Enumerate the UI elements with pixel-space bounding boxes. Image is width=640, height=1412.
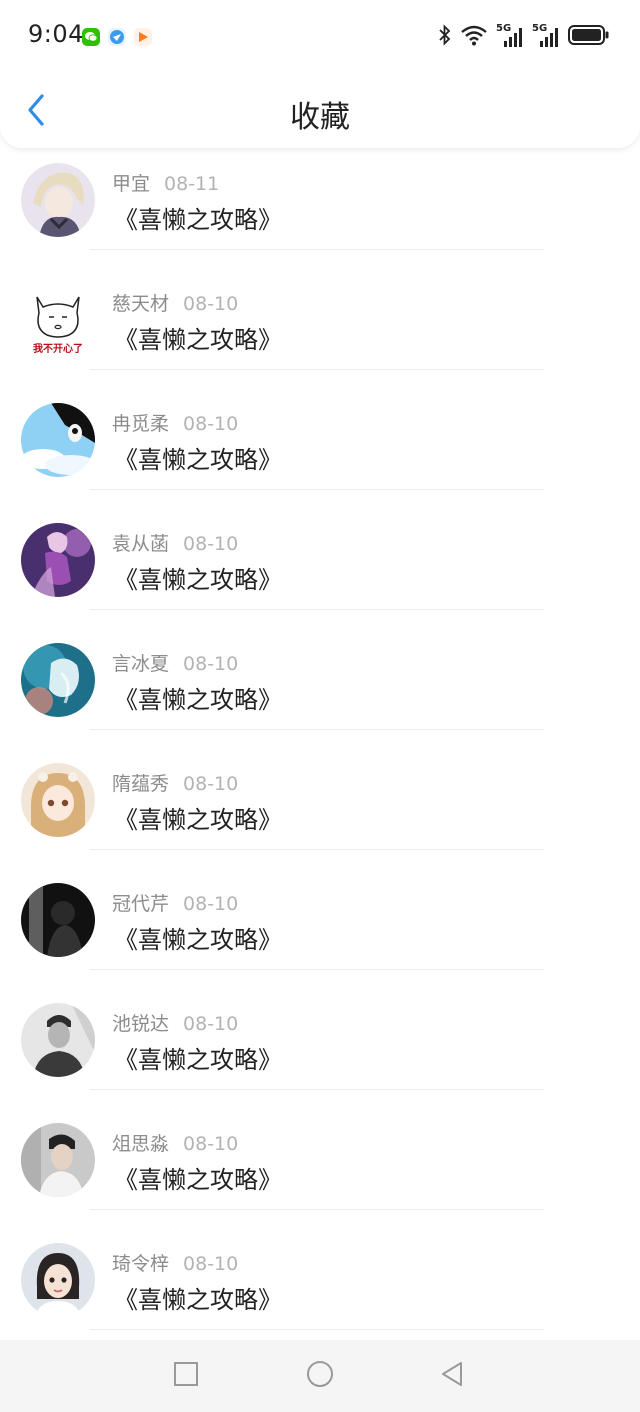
item-date: 08-10 [183, 1133, 239, 1155]
item-title: 《喜懒之攻略》 [114, 1166, 282, 1194]
item-title: 《喜懒之攻略》 [114, 1286, 282, 1314]
item-date: 08-10 [183, 773, 239, 795]
avatar [21, 763, 95, 837]
item-meta: 袁从菡 08-10 [112, 529, 238, 556]
avatar: 我不开心了 [21, 283, 95, 357]
divider [90, 1329, 544, 1330]
favorite-item[interactable]: 池锐达 08-10 《喜懒之攻略》 [0, 970, 640, 1090]
item-meta: 琦令梓 08-10 [112, 1249, 238, 1276]
item-meta: 冉觅柔 08-10 [112, 409, 238, 436]
item-title: 《喜懒之攻略》 [114, 566, 282, 594]
item-author: 池锐达 [112, 1013, 170, 1035]
favorite-item[interactable]: 我不开心了 慈天材 08-10 《喜懒之攻略》 [0, 250, 640, 370]
avatar [21, 163, 95, 237]
item-date: 08-10 [183, 1253, 239, 1275]
item-date: 08-10 [183, 1013, 239, 1035]
item-author: 隋蕴秀 [112, 773, 170, 795]
item-date: 08-11 [164, 173, 220, 195]
favorite-item[interactable]: 言冰夏 08-10 《喜懒之攻略》 [0, 610, 640, 730]
avatar [21, 643, 95, 717]
item-date: 08-10 [183, 653, 239, 675]
signal-5g-icon: 5G [532, 23, 560, 49]
triangle-back-icon [439, 1360, 465, 1392]
favorite-item[interactable]: 隋蕴秀 08-10 《喜懒之攻略》 [0, 730, 640, 850]
wechat-icon [82, 28, 100, 46]
avatar [21, 1003, 95, 1077]
item-meta: 池锐达 08-10 [112, 1009, 238, 1036]
avatar [21, 1243, 95, 1317]
item-author: 言冰夏 [112, 653, 170, 675]
square-icon [173, 1361, 199, 1391]
item-author: 袁从菡 [112, 533, 170, 555]
home-button[interactable] [304, 1360, 336, 1392]
item-meta: 冠代芹 08-10 [112, 889, 238, 916]
avatar-caption: 我不开心了 [33, 344, 83, 355]
status-time: 9:04 [28, 20, 84, 48]
page-title: 收藏 [290, 100, 350, 135]
item-meta: 隋蕴秀 08-10 [112, 769, 238, 796]
avatar [21, 883, 95, 957]
item-meta: 甲宜 08-11 [112, 169, 219, 196]
item-date: 08-10 [183, 413, 239, 435]
item-title: 《喜懒之攻略》 [114, 926, 282, 954]
favorite-item[interactable]: 冠代芹 08-10 《喜懒之攻略》 [0, 850, 640, 970]
favorite-item[interactable]: 琦令梓 08-10 《喜懒之攻略》 [0, 1210, 640, 1330]
top-bar: 9:04 5G 5G 收藏 [0, 0, 640, 148]
system-back-button[interactable] [436, 1360, 468, 1392]
circle-icon [306, 1360, 334, 1392]
item-date: 08-10 [183, 893, 239, 915]
item-title: 《喜懒之攻略》 [114, 806, 282, 834]
item-author: 慈天材 [112, 293, 170, 315]
favorite-item[interactable]: 冉觅柔 08-10 《喜懒之攻略》 [0, 370, 640, 490]
item-author: 冉觅柔 [112, 413, 170, 435]
favorite-item[interactable]: 甲宜 08-11 《喜懒之攻略》 [0, 130, 640, 250]
item-author: 冠代芹 [112, 893, 170, 915]
item-meta: 慈天材 08-10 [112, 289, 238, 316]
signal-5g-icon: 5G [496, 23, 524, 49]
item-author: 俎思淼 [112, 1133, 170, 1155]
favorite-item[interactable]: 袁从菡 08-10 《喜懒之攻略》 [0, 490, 640, 610]
item-title: 《喜懒之攻略》 [114, 1046, 282, 1074]
avatar [21, 403, 95, 477]
item-author: 甲宜 [112, 173, 151, 195]
favorite-item[interactable]: 俎思淼 08-10 《喜懒之攻略》 [0, 1090, 640, 1210]
item-date: 08-10 [183, 293, 239, 315]
status-bar: 9:04 5G 5G [0, 0, 640, 76]
item-author: 琦令梓 [112, 1253, 170, 1275]
navigation-bar: 收藏 [0, 76, 640, 146]
item-meta: 俎思淼 08-10 [112, 1129, 238, 1156]
browser-icon [108, 28, 126, 46]
system-nav-bar [0, 1340, 640, 1412]
avatar [21, 1123, 95, 1197]
battery-icon [568, 24, 610, 50]
item-title: 《喜懒之攻略》 [114, 686, 282, 714]
favorites-list: 甲宜 08-11 《喜懒之攻略》 我不开心了 慈天材 08-10 《喜懒之攻略》 冉… [0, 130, 640, 1330]
avatar [21, 523, 95, 597]
item-title: 《喜懒之攻略》 [114, 326, 282, 354]
recents-button[interactable] [170, 1360, 202, 1392]
wifi-icon [460, 24, 488, 50]
status-app-icons [82, 28, 152, 46]
status-indicators: 5G 5G [438, 23, 610, 50]
item-date: 08-10 [183, 533, 239, 555]
bluetooth-icon [438, 24, 452, 50]
video-icon [134, 28, 152, 46]
item-title: 《喜懒之攻略》 [114, 446, 282, 474]
item-meta: 言冰夏 08-10 [112, 649, 238, 676]
item-title: 《喜懒之攻略》 [114, 206, 282, 234]
favorites-screen: 9:04 5G 5G 收藏 甲宜 08-11 《喜懒之攻略》 我不开心了 慈天材… [0, 0, 640, 1412]
